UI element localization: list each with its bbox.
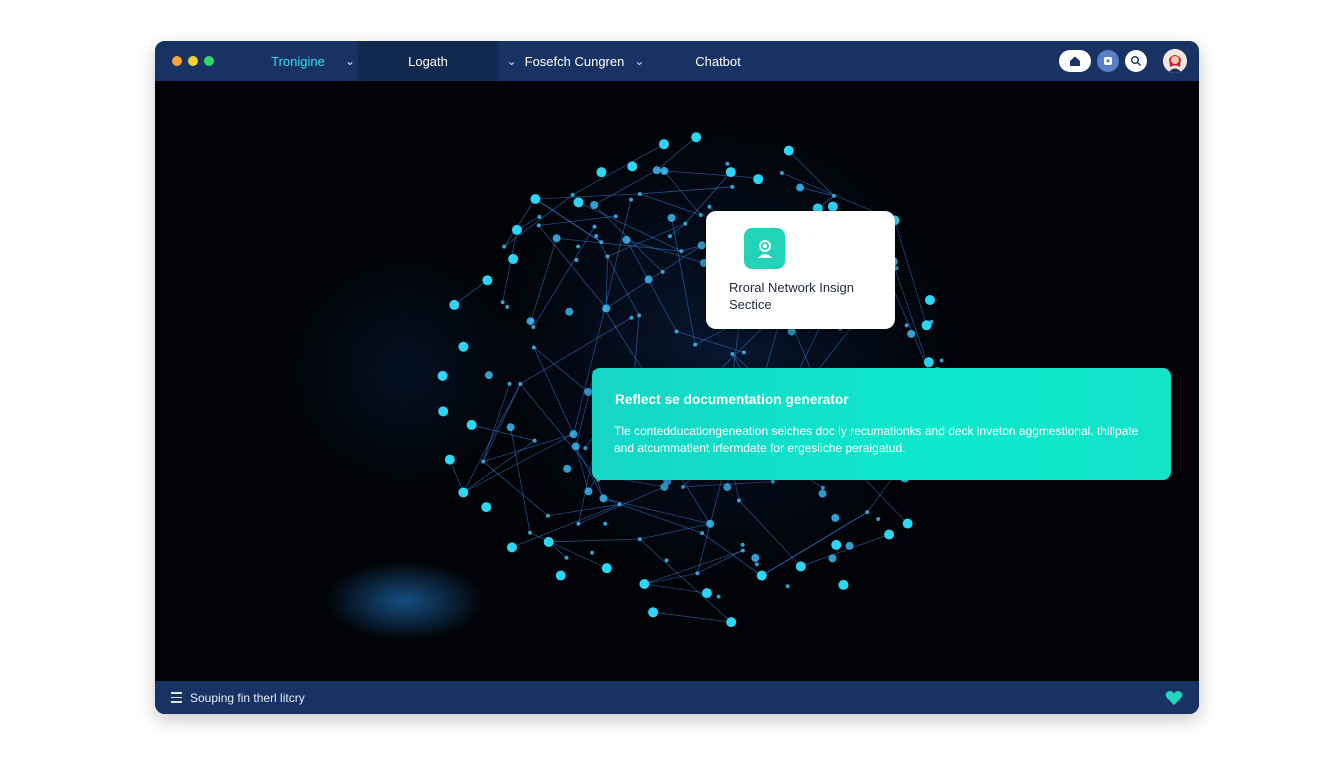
user-avatar-icon[interactable] — [1163, 49, 1187, 73]
support-agent-icon — [744, 228, 785, 269]
window-controls — [172, 56, 214, 66]
tab-fosefch-cungren[interactable]: ⌄ Fosefch Cungren ⌄ — [498, 41, 653, 81]
home-icon[interactable] — [1059, 50, 1091, 72]
tab-label: Tronigine — [271, 53, 325, 69]
main-canvas: Rroral Network Insign Sectice Reflect se… — [155, 81, 1199, 681]
chevron-down-icon: ⌄ — [344, 54, 355, 68]
tab-tronigine[interactable]: Tronigine ⌄ — [237, 41, 359, 81]
toolbar-icons — [1059, 49, 1187, 73]
statusbar: Souping fin therl litcry — [155, 681, 1199, 714]
titlebar: Tronigine ⌄ Logath ⌄ Fosefch Cungren ⌄ C… — [155, 41, 1199, 81]
card-title: Rroral Network Insign Sectice — [729, 280, 854, 312]
status-text: Souping fin therl litcry — [190, 690, 305, 705]
maximize-dot[interactable] — [204, 56, 214, 66]
tab-label: Fosefch Cungren — [524, 53, 625, 69]
banner-title: Reflect se documentation generator — [615, 392, 849, 407]
tab-chatbot[interactable]: Chatbot — [675, 41, 761, 81]
close-dot[interactable] — [172, 56, 182, 66]
tab-logath[interactable]: Logath — [358, 41, 498, 81]
tab-label: Logath — [408, 53, 448, 69]
menu-icon[interactable] — [171, 692, 182, 703]
insight-card[interactable]: Rroral Network Insign Sectice — [706, 211, 895, 329]
chevron-down-icon: ⌄ — [634, 54, 645, 68]
documentation-banner[interactable]: Reflect se documentation generator Tle c… — [592, 368, 1171, 480]
search-icon[interactable] — [1125, 50, 1147, 72]
heart-icon[interactable] — [1165, 690, 1183, 706]
tab-label: Chatbot — [695, 53, 741, 69]
minimize-dot[interactable] — [188, 56, 198, 66]
notification-icon[interactable] — [1097, 50, 1119, 72]
chevron-down-icon: ⌄ — [506, 54, 517, 68]
banner-body: Tle contedducationgeneation seiches doc … — [614, 424, 1139, 455]
app-window: Tronigine ⌄ Logath ⌄ Fosefch Cungren ⌄ C… — [155, 41, 1199, 714]
